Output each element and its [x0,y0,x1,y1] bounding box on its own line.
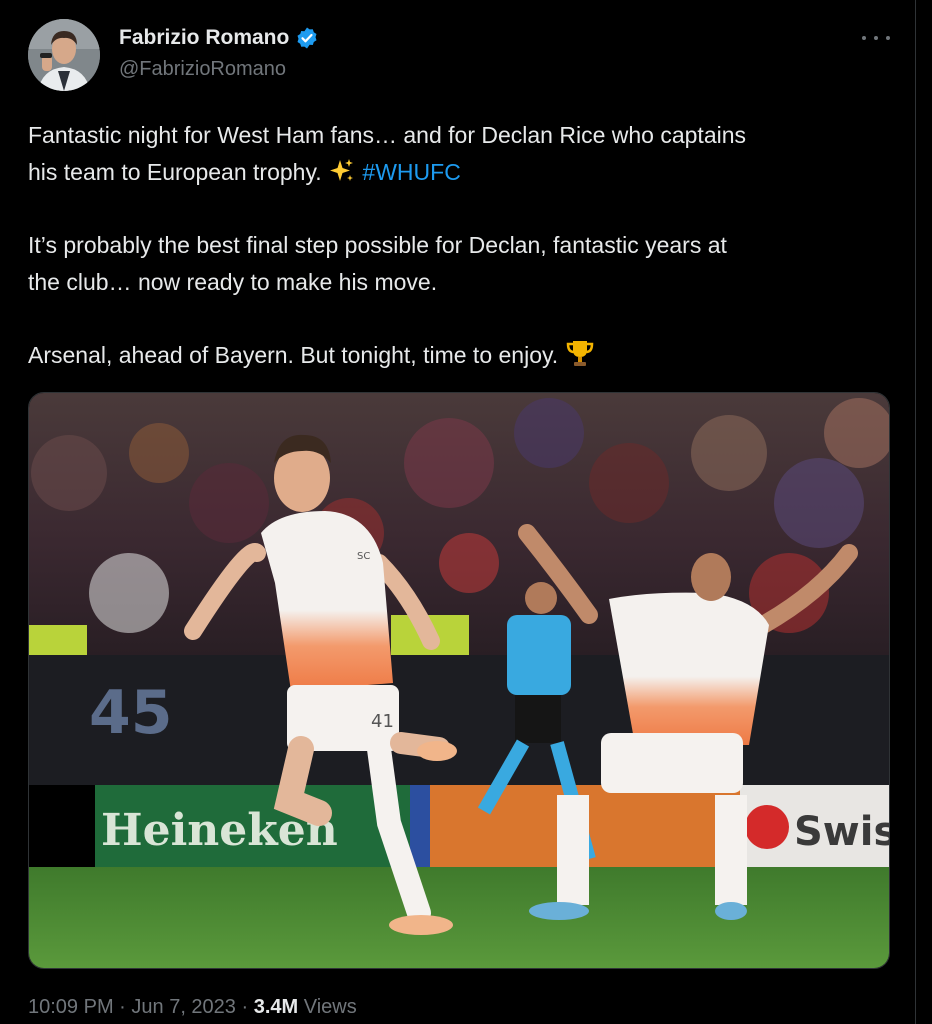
board-number: 45 [89,678,173,748]
trophy-emoji-icon [566,341,593,366]
tweet-time[interactable]: 10:09 PM [28,996,114,1018]
tweet-photo[interactable]: 45 Heineken Swiss [28,392,890,969]
tweet-text-paragraph-1: Fantastic night for West Ham fans… and f… [28,117,888,191]
display-name[interactable]: Fabrizio Romano [119,26,289,50]
views-label: Views [298,996,357,1018]
tweet-text-line: It’s probably the best final step possib… [28,232,727,258]
meta-separator: · [113,996,132,1018]
tweet-text-paragraph-3: Arsenal, ahead of Bayern. But tonight, t… [28,337,888,374]
tweet-text-line: his team to European trophy. [28,159,322,185]
meta-separator: · [235,996,254,1018]
tweet-text-line: the club… now ready to make his move. [28,269,438,295]
verified-badge-icon [297,27,317,49]
author-name-row[interactable]: Fabrizio Romano [119,26,319,50]
tweet-text-line: Fantastic night for West Ham fans… and f… [28,122,747,148]
views-count[interactable]: 3.4M [254,996,298,1018]
more-options-icon[interactable] [862,26,890,50]
sparkles-emoji-icon [330,159,354,181]
sleeve-text: SC [357,551,370,562]
shorts-number: 41 [371,711,394,732]
avatar-image [28,19,100,91]
celebration-photo: 45 Heineken Swiss [29,393,890,968]
tweet-meta: 10:09 PM · Jun 7, 2023 · 3.4M Views [28,996,357,1019]
tweet-date[interactable]: Jun 7, 2023 [131,996,236,1018]
tweet[interactable]: Fabrizio Romano @FabrizioRomano Fantasti… [0,0,915,1024]
tweet-text-paragraph-2: It’s probably the best final step possib… [28,227,888,301]
avatar[interactable] [28,19,100,91]
timeline-border [915,0,916,1024]
tweet-text-line: Arsenal, ahead of Bayern. But tonight, t… [28,342,559,368]
author-handle[interactable]: @FabrizioRomano [119,58,286,81]
board-text-right: Swiss [794,809,890,855]
hashtag-link[interactable]: #WHUFC [362,159,460,185]
